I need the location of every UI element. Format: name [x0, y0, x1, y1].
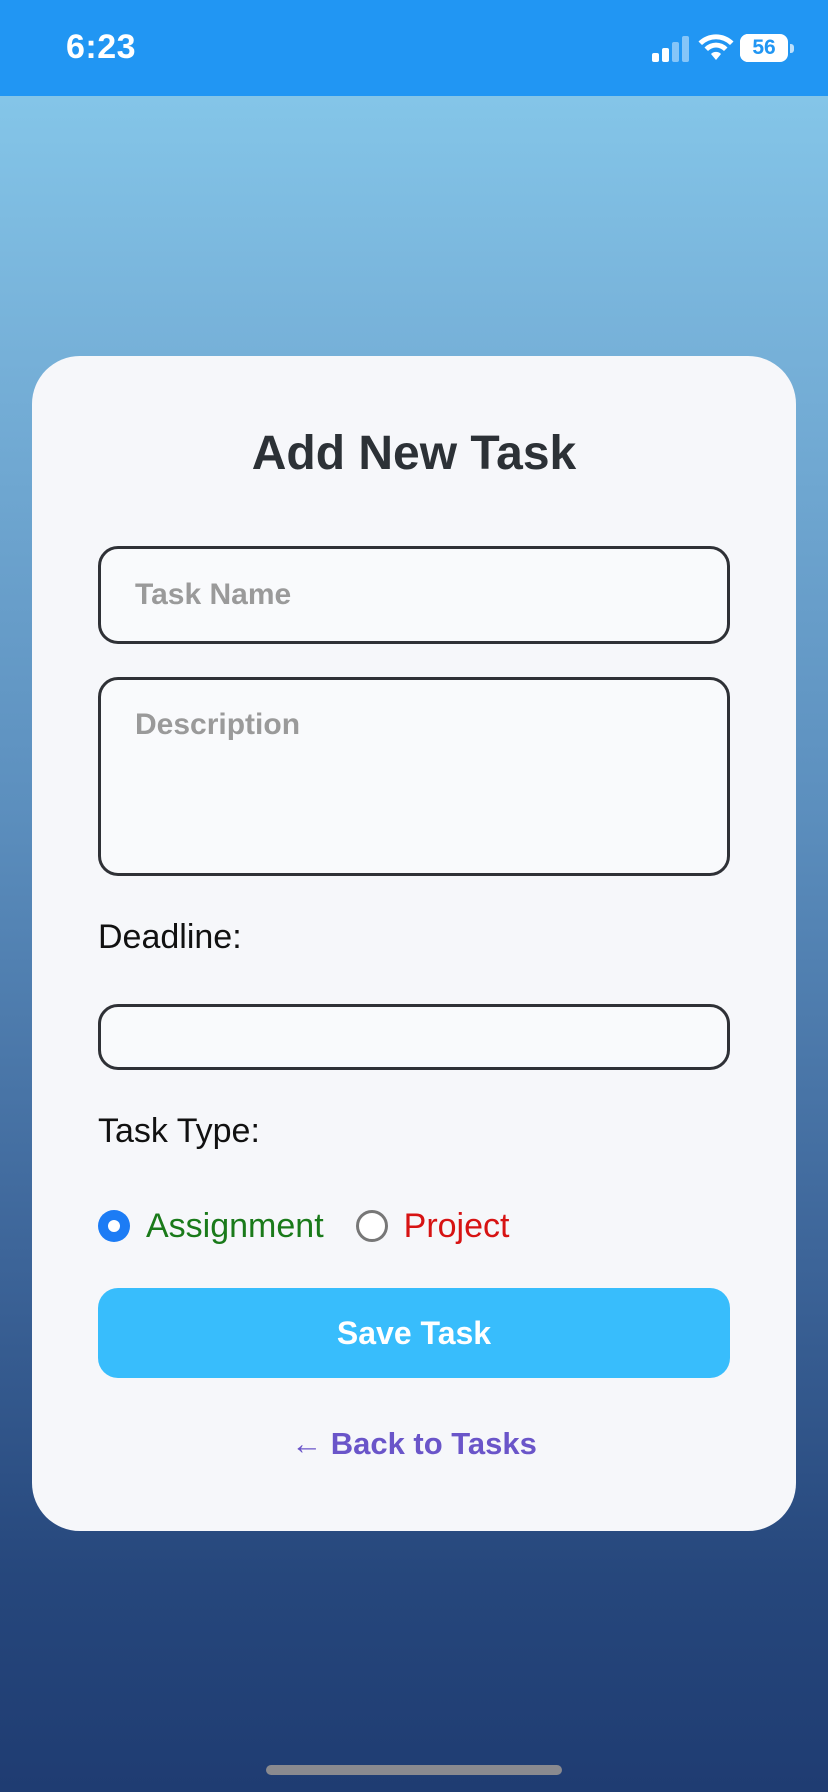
radio-checked-icon[interactable]: [98, 1210, 130, 1242]
page-title: Add New Task: [251, 427, 577, 480]
task-type-label: Task Type:: [98, 1112, 260, 1150]
battery-level: 56: [752, 36, 776, 59]
task-type-radio-group: Assignment Project: [98, 1206, 509, 1246]
back-to-tasks-link[interactable]: ← Back to Tasks: [0, 1426, 828, 1462]
deadline-label: Deadline:: [98, 918, 242, 956]
deadline-input[interactable]: [98, 1004, 730, 1070]
description-input[interactable]: [98, 677, 730, 876]
status-bar: 6:23 56: [0, 0, 828, 96]
task-name-input[interactable]: [98, 546, 730, 644]
radio-assignment-label[interactable]: Assignment: [146, 1207, 324, 1246]
battery-tip: [790, 44, 794, 53]
wifi-icon: [698, 34, 734, 60]
save-task-button[interactable]: Save Task: [98, 1288, 730, 1378]
radio-assignment[interactable]: Assignment: [98, 1207, 324, 1246]
status-time: 6:23: [66, 28, 137, 66]
home-indicator: [266, 1765, 562, 1775]
cellular-signal-icon: [652, 36, 689, 62]
radio-project-label[interactable]: Project: [404, 1207, 510, 1246]
radio-unchecked-icon[interactable]: [355, 1210, 388, 1242]
radio-project[interactable]: Project: [355, 1207, 510, 1246]
battery-icon: 56: [740, 34, 794, 62]
